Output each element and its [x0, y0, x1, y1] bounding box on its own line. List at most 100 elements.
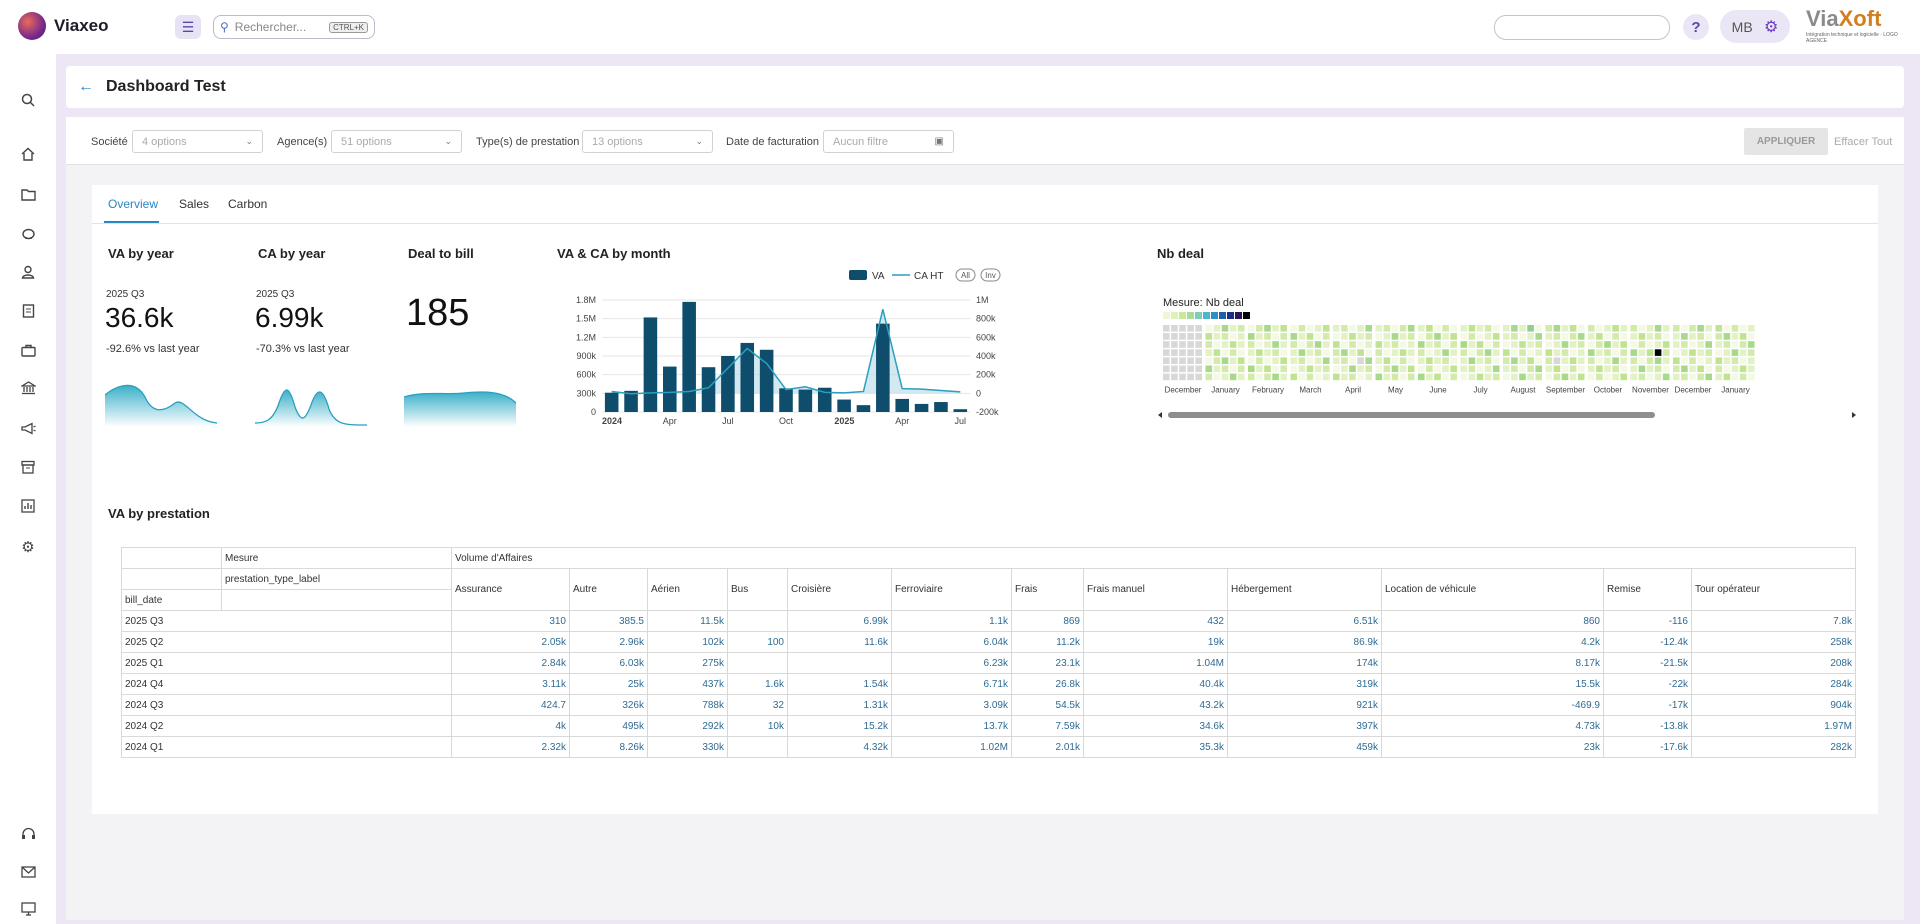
chevron-down-icon: ⌄ — [245, 136, 253, 146]
arrow-left-icon[interactable]: ← — [78, 78, 94, 96]
heatmap-cell — [1553, 325, 1561, 332]
types-filter-select[interactable]: 13 options ⌄ — [582, 130, 713, 153]
heatmap-cell — [1638, 373, 1646, 381]
va-ca-chart-title: VA & CA by month — [557, 246, 671, 261]
heatmap-cell — [1731, 325, 1739, 332]
heatmap-cell — [1290, 325, 1298, 332]
month-label: April — [1345, 386, 1361, 395]
deal-to-bill-title: Deal to bill — [408, 246, 474, 261]
heatmap-cell — [1237, 333, 1245, 340]
settings-icon[interactable]: ⚙ — [20, 539, 36, 556]
heatmap-cell — [1163, 349, 1170, 356]
date-filter-input[interactable]: Aucun filtre ▣ — [823, 130, 954, 153]
heatmap-cell — [1272, 365, 1279, 373]
heatmap-cell — [1503, 373, 1510, 381]
heatmap-cell — [1450, 341, 1457, 348]
monitor-icon[interactable] — [20, 901, 36, 917]
y-left-tick-label: 900k — [576, 351, 596, 361]
folder-icon[interactable] — [20, 186, 36, 202]
heatmap-cell — [1357, 341, 1364, 348]
heatmap-scrollbar[interactable] — [1168, 412, 1655, 418]
viaxeo-logo-icon — [18, 12, 46, 40]
heatmap-cell — [1399, 373, 1407, 381]
societe-filter-select[interactable]: 4 options ⌄ — [132, 130, 263, 153]
va-bar — [721, 356, 735, 412]
user-menu[interactable]: MB ⚙ — [1720, 10, 1790, 43]
heatmap-cell — [1357, 333, 1364, 340]
heatmap-cell — [1365, 349, 1372, 356]
row-label-cell: 2025 Q2 — [121, 631, 452, 653]
briefcase-icon[interactable] — [20, 342, 36, 358]
value-cell: 2.01k — [1011, 736, 1084, 758]
heatmap-cell — [1383, 333, 1391, 340]
heatmap-cell — [1747, 365, 1755, 373]
month-label: June — [1429, 386, 1447, 395]
legend-inv-button[interactable]: Inv — [980, 268, 1001, 282]
apply-button[interactable]: APPLIQUER — [1744, 128, 1828, 155]
archive-icon[interactable] — [20, 459, 36, 475]
heatmap-cell — [1588, 373, 1595, 381]
heatmap-cell — [1460, 325, 1468, 332]
column-header: Hébergement — [1227, 568, 1382, 611]
heatmap-cell — [1535, 365, 1542, 373]
mail-icon[interactable] — [20, 864, 36, 880]
heatmap-legend-title: Mesure: Nb deal — [1163, 297, 1244, 309]
x-tick-label: Jul — [955, 416, 967, 426]
value-cell: -17.6k — [1603, 736, 1692, 758]
home-icon[interactable] — [20, 146, 36, 162]
heatmap-cell — [1298, 365, 1306, 373]
heatmap-cell — [1205, 333, 1213, 340]
piggy-bank-icon[interactable] — [20, 225, 36, 241]
agences-filter-select[interactable]: 51 options ⌄ — [331, 130, 462, 153]
legend-all-button[interactable]: All — [955, 268, 976, 282]
value-cell: 292k — [647, 715, 728, 737]
heatmap-cell — [1638, 325, 1646, 332]
heatmap-cell — [1596, 333, 1603, 340]
value-cell: 2.05k — [451, 631, 570, 653]
scale-swatch — [1203, 312, 1210, 319]
y-left-tick-label: 1.5M — [576, 314, 596, 324]
headset-icon[interactable] — [20, 826, 36, 842]
user-icon[interactable] — [20, 264, 36, 280]
tab-carbon[interactable]: Carbon — [228, 197, 267, 211]
scale-swatch — [1187, 312, 1194, 319]
document-icon[interactable] — [20, 303, 36, 319]
heatmap-cell — [1213, 357, 1221, 364]
heatmap-cell — [1179, 365, 1186, 373]
app-logo[interactable]: Viaxeo — [18, 12, 109, 40]
column-header: Ferroviaire — [891, 568, 1012, 611]
heatmap-cell — [1314, 333, 1322, 340]
bar-chart-icon[interactable] — [20, 498, 36, 514]
row-label-cell: 2024 Q3 — [121, 694, 452, 716]
viaxoft-brand-logo: ViaXoft Intégration technique et logicie… — [1806, 6, 1910, 48]
megaphone-icon[interactable] — [20, 420, 36, 436]
help-button[interactable]: ? — [1683, 14, 1709, 40]
heatmap-cell — [1333, 365, 1340, 373]
global-search[interactable]: ⚲ Rechercher... CTRL+K — [213, 15, 375, 39]
heatmap-cell — [1221, 349, 1229, 356]
heatmap-cell — [1596, 357, 1603, 364]
heatmap-cell — [1646, 365, 1654, 373]
heatmap-cell — [1205, 373, 1213, 381]
value-cell: 284k — [1691, 673, 1856, 695]
search-icon[interactable] — [20, 92, 36, 108]
societe-filter-value: 4 options — [142, 135, 187, 148]
heatmap-cell — [1569, 365, 1577, 373]
heatmap-cell — [1306, 365, 1314, 373]
heatmap-cell — [1612, 333, 1619, 340]
tab-sales[interactable]: Sales — [179, 197, 209, 211]
gear-icon[interactable]: ⚙ — [1764, 17, 1778, 37]
heatmap-cell — [1604, 373, 1611, 381]
heatmap-cell — [1333, 373, 1340, 381]
heatmap-cell — [1237, 373, 1245, 381]
hamburger-menu-button[interactable]: ☰ — [175, 15, 201, 39]
bank-icon[interactable] — [20, 380, 36, 396]
heatmap-cell — [1341, 365, 1348, 373]
top-search-input[interactable] — [1494, 15, 1670, 40]
tab-overview[interactable]: Overview — [108, 197, 158, 211]
search-shortcut-badge: CTRL+K — [329, 21, 368, 33]
heatmap-cell — [1418, 333, 1425, 340]
heatmap-cell — [1561, 365, 1569, 373]
heatmap-cell — [1561, 349, 1569, 356]
clear-all-button[interactable]: Effacer Tout — [1834, 136, 1892, 148]
